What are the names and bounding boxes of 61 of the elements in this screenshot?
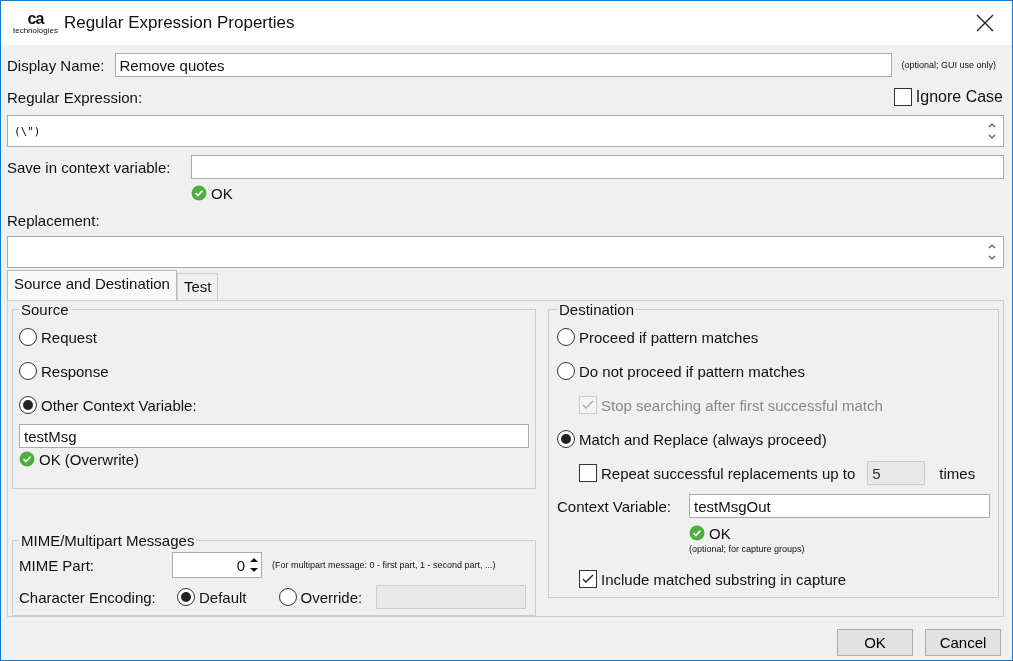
hint-text: (optional; GUI use only) [901, 60, 997, 70]
radio-label: Override: [300, 588, 363, 606]
tab[interactable]: Source and Destination [7, 270, 177, 300]
checkbox[interactable] [893, 88, 912, 106]
field-label: Regular Expression: [7, 88, 143, 106]
radio-button[interactable] [557, 328, 575, 346]
check-circle-icon [19, 451, 35, 467]
hint-text: (optional; for capture groups) [689, 544, 806, 556]
logo-icon: ca technologies [13, 11, 58, 35]
radio-button[interactable] [19, 396, 37, 414]
status-text: OK [709, 524, 731, 542]
checkbox[interactable] [579, 464, 597, 482]
regex-text: (\") [14, 124, 42, 138]
checkbox-label: Repeat successful replacements up to [601, 464, 856, 482]
checkbox-label: Ignore Case [915, 88, 1003, 106]
repeat-count-field[interactable]: 5 [867, 461, 926, 485]
radio-label: Match and Replace (always proceed) [579, 430, 827, 448]
group-title: MIME/Multipart Messages [20, 532, 196, 549]
field-label: Context Variable: [557, 497, 672, 515]
dialog-button[interactable]: OK [837, 629, 913, 656]
close-icon[interactable] [976, 14, 994, 32]
encoding-field[interactable] [376, 585, 527, 609]
field-label: MIME Part: [19, 556, 95, 574]
source-variable-field[interactable]: testMsg [19, 424, 529, 448]
context-variable-field[interactable]: testMsgOut [689, 494, 990, 518]
status-text: OK [211, 184, 233, 202]
spinner-value: 0 [236, 556, 245, 574]
radio-button[interactable] [19, 328, 37, 346]
radio-label: Response [41, 362, 109, 380]
radio-button[interactable] [557, 430, 575, 448]
dialog-button[interactable]: Cancel [925, 629, 1001, 656]
radio-label: Other Context Variable: [41, 396, 197, 414]
checkbox-label: Stop searching after first successful match [601, 396, 883, 414]
status-text: OK (Overwrite) [39, 450, 139, 468]
hint-text: (For multipart message: 0 - first part, 1 - second part, ...) [272, 560, 496, 570]
checkbox-label: Include matched substring in capture [601, 570, 847, 588]
radio-label: Proceed if pattern matches [579, 328, 759, 346]
tab[interactable]: Test [176, 273, 219, 300]
check-circle-icon [191, 185, 207, 201]
radio-label: Request [41, 328, 97, 346]
checkbox[interactable] [579, 570, 597, 588]
window-title: Regular Expression Properties [63, 13, 296, 33]
number-spinner[interactable]: 0 [172, 552, 262, 578]
context-variable-field[interactable] [191, 155, 1004, 179]
field-label: Character Encoding: [19, 588, 157, 606]
regex-field[interactable]: (\") [7, 115, 1004, 147]
replacement-field[interactable] [7, 236, 1004, 268]
radio-button[interactable] [557, 362, 575, 380]
radio-button[interactable] [177, 588, 195, 606]
field-label: Replacement: [7, 211, 100, 229]
radio-button[interactable] [19, 362, 37, 380]
group-title: Source [20, 301, 70, 318]
group-title: Destination [558, 301, 636, 318]
suffix-text: times [939, 464, 976, 482]
radio-label: Do not proceed if pattern matches [579, 362, 805, 380]
radio-button[interactable] [278, 588, 297, 606]
check-circle-icon [689, 525, 705, 541]
radio-label: Default [199, 588, 247, 606]
display-name-field[interactable]: Remove quotes [114, 53, 892, 77]
field-label: Save in context variable: [7, 158, 172, 176]
field-label: Display Name: [7, 56, 105, 74]
